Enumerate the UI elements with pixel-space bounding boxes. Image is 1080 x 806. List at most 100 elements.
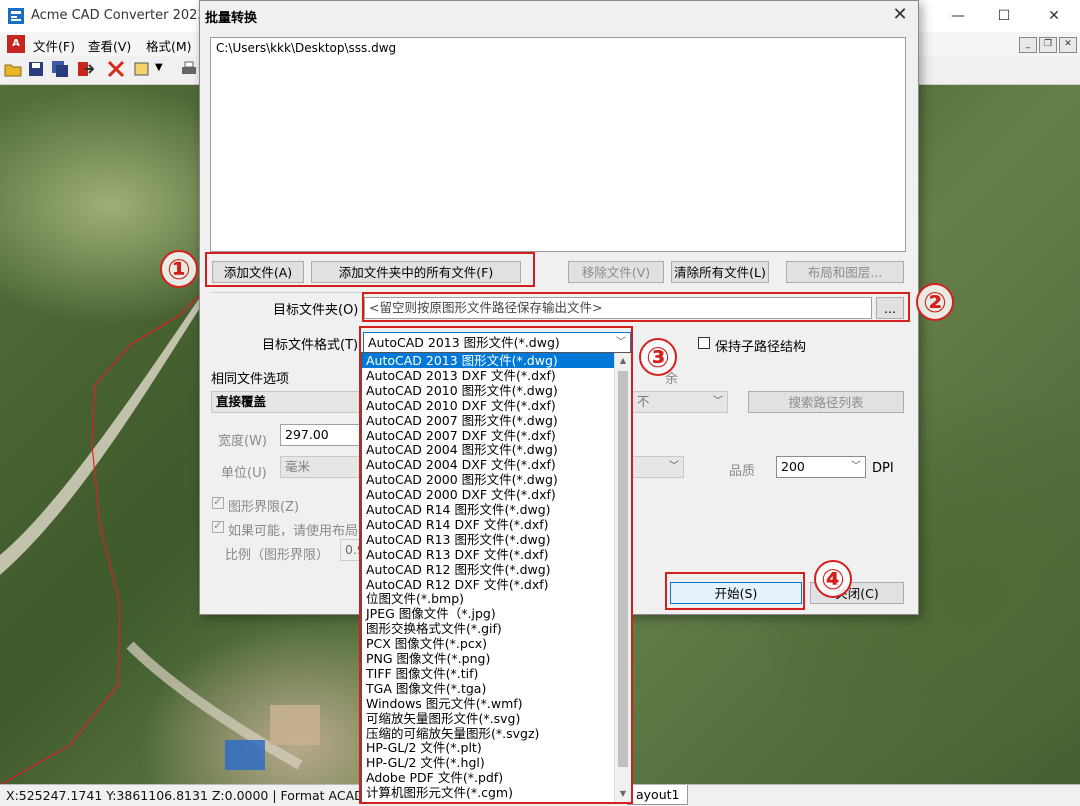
add-folder-files-button[interactable]: 添加文件夹中的所有文件(F): [311, 261, 521, 283]
keep-subpath-checkbox[interactable]: [698, 337, 710, 349]
menu-format[interactable]: 格式(M): [146, 36, 192, 55]
dropdown-option[interactable]: Adobe PDF 文件(*.pdf): [362, 770, 614, 785]
search-path-list-button[interactable]: 搜索路径列表: [748, 391, 904, 413]
dropdown-option[interactable]: AutoCAD 2007 图形文件(*.dwg): [362, 413, 614, 428]
app-title: Acme CAD Converter 2023: [31, 8, 206, 23]
format-dropdown-list[interactable]: AutoCAD 2013 图形文件(*.dwg) AutoCAD 2013 DXF…: [361, 352, 632, 803]
quality-label: 品质: [729, 464, 756, 479]
dropdown-option[interactable]: AutoCAD 2004 图形文件(*.dwg): [362, 442, 614, 457]
mdi-close-icon[interactable]: ✕: [1059, 37, 1077, 53]
chevron-down-icon: ﹀: [616, 337, 626, 348]
menu-view[interactable]: 查看(V): [88, 36, 131, 55]
dpi-label: DPI: [872, 461, 894, 476]
layout-tab[interactable]: ayout1: [627, 785, 689, 805]
target-folder-label: 目标文件夹(O): [273, 303, 359, 318]
paper-select[interactable]: ﹀: [632, 456, 684, 478]
dropdown-option[interactable]: AutoCAD 2013 图形文件(*.dwg): [362, 353, 614, 368]
quality-value: 200: [781, 459, 805, 474]
dropdown-option[interactable]: PCX 图像文件(*.pcx): [362, 636, 614, 651]
start-button[interactable]: 开始(S): [670, 582, 802, 604]
checkmark-icon: ✓: [213, 519, 223, 532]
dropdown-option[interactable]: HP-GL/2 文件(*.hgl): [362, 755, 614, 770]
dropdown-option[interactable]: AutoCAD R13 DXF 文件(*.dxf): [362, 547, 614, 562]
dropdown-option[interactable]: HP-GL/2 文件(*.plt): [362, 740, 614, 755]
target-folder-input[interactable]: <留空则按原图形文件路径保存输出文件>: [364, 297, 872, 319]
extents-label: 图形界限(Z): [228, 500, 300, 515]
print-icon[interactable]: [180, 60, 198, 78]
step-badge-3: ③: [639, 338, 677, 376]
target-format-label: 目标文件格式(T): [262, 338, 359, 353]
dialog-title: 批量转换: [205, 11, 258, 26]
dropdown-option[interactable]: AutoCAD 2000 DXF 文件(*.dxf): [362, 487, 614, 502]
scale-input[interactable]: 0.9: [340, 539, 362, 561]
quality-select[interactable]: 200 ﹀: [776, 456, 866, 478]
unit-select[interactable]: 毫米: [280, 456, 362, 478]
checkmark-icon: ✓: [213, 495, 223, 508]
dropdown-scrollbar[interactable]: ▲ ▼: [614, 353, 631, 802]
file-list-item[interactable]: C:\Users\kkk\Desktop\sss.dwg: [216, 41, 396, 55]
scroll-down-icon[interactable]: ▼: [615, 786, 631, 802]
add-file-button[interactable]: 添加文件(A): [212, 261, 304, 283]
width-input[interactable]: 297.00: [280, 424, 362, 446]
dropdown-option[interactable]: AutoCAD R12 图形文件(*.dwg): [362, 562, 614, 577]
use-layout-label: 如果可能，请使用布局: [228, 524, 359, 539]
dropdown-option[interactable]: 可缩放矢量图形文件(*.svg): [362, 711, 614, 726]
dropdown-option[interactable]: TGA 图像文件(*.tga): [362, 681, 614, 696]
scroll-thumb[interactable]: [618, 371, 628, 767]
layout-layers-button[interactable]: 布局和图层...: [786, 261, 904, 283]
menu-file[interactable]: 文件(F): [33, 36, 75, 55]
mdi-minimize-icon[interactable]: _: [1019, 37, 1037, 53]
same-file-value: 直接覆盖: [216, 394, 267, 409]
same-file-select[interactable]: 直接覆盖: [211, 391, 361, 413]
dropdown-option[interactable]: AutoCAD R14 DXF 文件(*.dxf): [362, 517, 614, 532]
dropdown-arrow-icon[interactable]: ▼: [155, 62, 163, 73]
dropdown-option[interactable]: AutoCAD 2004 DXF 文件(*.dxf): [362, 457, 614, 472]
remove-file-button[interactable]: 移除文件(V): [568, 261, 664, 283]
layer-icon[interactable]: [133, 60, 151, 78]
scale-label: 比例（图形界限）: [225, 548, 330, 563]
file-list[interactable]: C:\Users\kkk\Desktop\sss.dwg: [210, 37, 906, 252]
unit-value: 毫米: [285, 459, 311, 474]
clear-all-files-button[interactable]: 清除所有文件(L): [671, 261, 769, 283]
divider: [210, 292, 904, 293]
doc-logo-icon: A: [7, 35, 25, 53]
coordinate-readout: X:525247.1741 Y:3861106.8131 Z:0.0000 | …: [6, 788, 376, 803]
mdi-restore-icon[interactable]: ❐: [1039, 37, 1057, 53]
dropdown-option[interactable]: AutoCAD R13 图形文件(*.dwg): [362, 532, 614, 547]
dropdown-option[interactable]: 压缩的可缩放矢量图形(*.svgz): [362, 726, 614, 741]
save-icon[interactable]: [27, 60, 45, 78]
batch-save-icon[interactable]: [51, 60, 69, 78]
unit-label: 单位(U): [221, 466, 267, 481]
browse-folder-button[interactable]: ...: [876, 297, 904, 319]
dropdown-option[interactable]: AutoCAD 2010 DXF 文件(*.dxf): [362, 398, 614, 413]
dropdown-option[interactable]: 计算机图形元文件(*.cgm): [362, 785, 614, 800]
dropdown-option[interactable]: AutoCAD 2013 DXF 文件(*.dxf): [362, 368, 614, 383]
maximize-icon[interactable]: ☐: [981, 4, 1027, 28]
same-file-options-label: 相同文件选项: [211, 372, 290, 387]
dropdown-option[interactable]: AutoCAD R14 图形文件(*.dwg): [362, 502, 614, 517]
dropdown-option[interactable]: TIFF 图像文件(*.tif): [362, 666, 614, 681]
dropdown-option[interactable]: AutoCAD 2010 图形文件(*.dwg): [362, 383, 614, 398]
dropdown-option[interactable]: Windows 图元文件(*.wmf): [362, 696, 614, 711]
export-icon[interactable]: [76, 60, 94, 78]
chevron-down-icon: ﹀: [669, 461, 679, 472]
close-window-icon[interactable]: ✕: [1031, 4, 1077, 28]
scroll-up-icon[interactable]: ▲: [615, 353, 631, 369]
dropdown-option[interactable]: JPEG 图像文件（*.jpg): [362, 606, 614, 621]
dropdown-option[interactable]: AutoCAD 2007 DXF 文件(*.dxf): [362, 428, 614, 443]
dropdown-option[interactable]: AutoCAD R12 DXF 文件(*.dxf): [362, 577, 614, 592]
minimize-icon[interactable]: —: [935, 4, 981, 28]
dropdown-option[interactable]: AutoCAD 2000 图形文件(*.dwg): [362, 472, 614, 487]
open-folder-icon[interactable]: [4, 60, 22, 78]
dropdown-option[interactable]: PNG 图像文件(*.png): [362, 651, 614, 666]
target-format-value: AutoCAD 2013 图形文件(*.dwg): [368, 335, 560, 350]
dialog-close-icon[interactable]: ✕: [888, 5, 912, 25]
chevron-down-icon: ﹀: [713, 396, 723, 407]
step-badge-4: ④: [814, 560, 852, 598]
path-option-select[interactable]: 不 ﹀: [632, 391, 728, 413]
target-format-select[interactable]: AutoCAD 2013 图形文件(*.dwg) ﹀: [363, 332, 631, 354]
dropdown-option[interactable]: 图形交换格式文件(*.gif): [362, 621, 614, 636]
dropdown-option[interactable]: 位图文件(*.bmp): [362, 591, 614, 606]
step-badge-2: ②: [916, 283, 954, 321]
convert-icon[interactable]: [107, 60, 125, 78]
